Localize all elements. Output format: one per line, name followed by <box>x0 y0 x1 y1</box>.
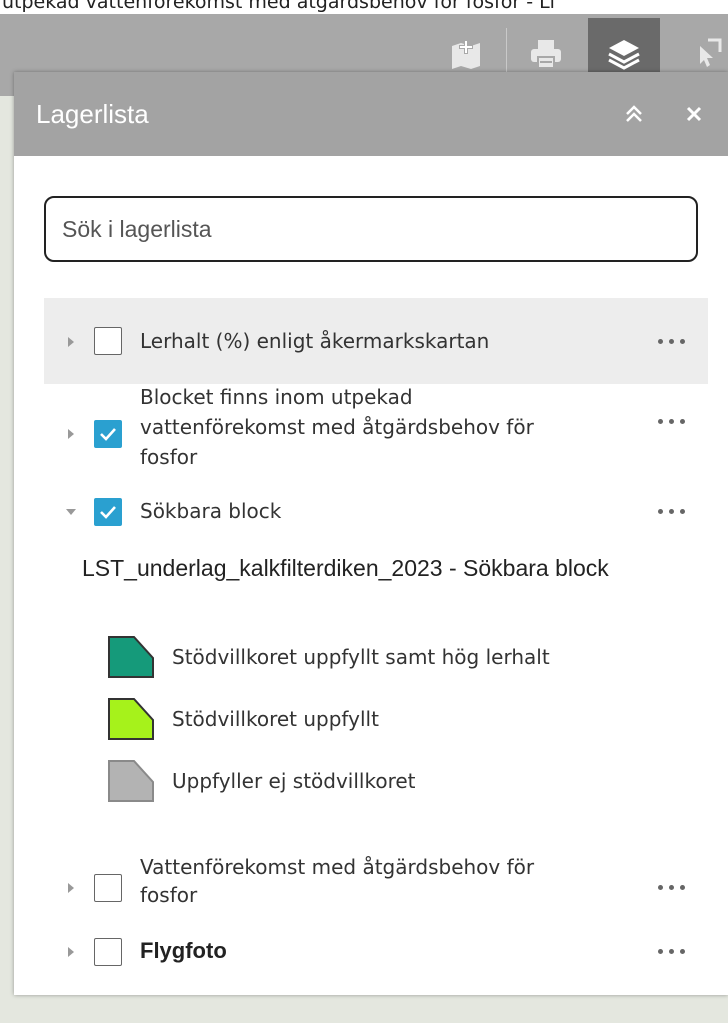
caret-right-icon <box>68 947 74 957</box>
layer-label-line: Vattenförekomst med åtgärdsbehov för <box>140 855 535 879</box>
layer-label: Flygfoto <box>140 938 227 963</box>
legend-item: Stödvillkoret uppfyllt <box>106 696 379 742</box>
caret-right-icon <box>68 337 74 347</box>
checkmark-icon <box>100 428 116 441</box>
layer-row-vattenforekomst[interactable]: Vattenförekomst med åtgärdsbehov för fos… <box>44 848 708 918</box>
layers-icon <box>608 40 640 70</box>
panel-header: Lagerlista <box>14 72 728 156</box>
layer-visibility-checkbox[interactable] <box>94 938 122 966</box>
layer-label-line: vattenförekomst med åtgärdsbehov för <box>140 415 534 439</box>
layer-row-blocket[interactable]: Blocket finns inom utpekad vattenförekom… <box>44 384 708 484</box>
layer-options-button[interactable] <box>658 504 692 518</box>
layer-visibility-checkbox[interactable] <box>94 327 122 355</box>
map-view[interactable]: Lagerlista Lerhalt (%) enligt åkermarksk… <box>0 14 728 1023</box>
layer-list-panel: Lagerlista Lerhalt (%) enligt åkermarksk… <box>14 72 728 995</box>
legend-label: Stödvillkoret uppfyllt samt hög lerhalt <box>172 645 550 669</box>
caret-right-icon <box>68 883 74 893</box>
legend-item: Stödvillkoret uppfyllt samt hög lerhalt <box>106 634 550 680</box>
panel-title: Lagerlista <box>36 98 149 129</box>
close-button[interactable] <box>674 94 714 134</box>
caret-down-icon <box>66 509 76 515</box>
layer-visibility-checkbox[interactable] <box>94 498 122 526</box>
double-chevron-up-icon <box>626 105 642 122</box>
collapse-layer-button[interactable] <box>64 504 78 518</box>
layer-label: Sökbara block <box>140 499 282 523</box>
legend-swatch <box>106 634 156 680</box>
caret-right-icon <box>68 429 74 439</box>
layer-options-button[interactable] <box>658 414 692 428</box>
collapse-button[interactable] <box>614 94 654 134</box>
layer-label-line: fosfor <box>140 883 198 907</box>
layer-options-button[interactable] <box>658 880 692 894</box>
layer-row-sokbara-block[interactable]: Sökbara block <box>44 484 708 540</box>
checkmark-icon <box>100 506 116 519</box>
legend-item: Uppfyller ej stödvillkoret <box>106 758 416 804</box>
expand-layer-button[interactable] <box>64 334 78 348</box>
expand-layer-button[interactable] <box>64 426 78 440</box>
layer-label-line: Blocket finns inom utpekad <box>140 385 413 409</box>
layer-options-button[interactable] <box>658 944 692 958</box>
layer-visibility-checkbox[interactable] <box>94 420 122 448</box>
legend-label: Stödvillkoret uppfyllt <box>172 707 379 731</box>
legend-swatch <box>106 758 156 804</box>
layer-visibility-checkbox[interactable] <box>94 874 122 902</box>
layer-label-line: fosfor <box>140 445 198 469</box>
close-icon <box>686 106 702 122</box>
expand-layer-button[interactable] <box>64 944 78 958</box>
expand-layer-button[interactable] <box>64 880 78 894</box>
select-icon <box>700 38 722 67</box>
layer-row-flygfoto[interactable]: Flygfoto <box>44 922 708 978</box>
add-map-icon <box>452 40 480 69</box>
page-caption: utpekad vattenförekomst med åtgärdsbehov… <box>0 0 728 14</box>
legend-swatch <box>106 696 156 742</box>
legend-label: Uppfyller ej stödvillkoret <box>172 769 416 793</box>
layer-options-button[interactable] <box>658 334 692 348</box>
layer-search-input[interactable] <box>44 196 698 262</box>
print-icon <box>531 40 561 69</box>
layer-label: Lerhalt (%) enligt åkermarkskartan <box>140 329 490 353</box>
legend-title: LST_underlag_kalkfilterdiken_2023 - Sökb… <box>82 555 609 581</box>
layer-row-lerhalt[interactable]: Lerhalt (%) enligt åkermarkskartan <box>44 298 708 384</box>
